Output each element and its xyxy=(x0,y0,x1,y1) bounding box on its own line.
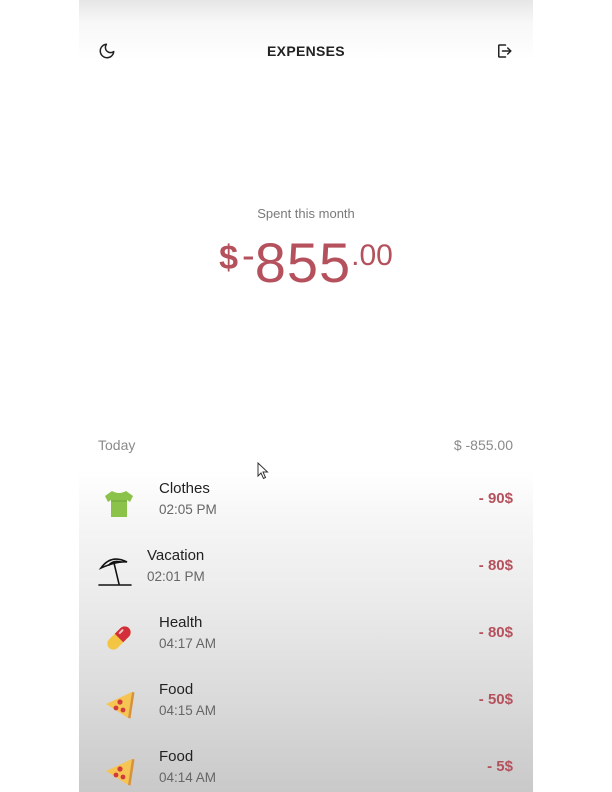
expense-amount: - 50$ xyxy=(478,691,513,708)
tshirt-icon xyxy=(99,484,139,524)
expense-time: 04:14 AM xyxy=(159,770,217,785)
total-sign: - xyxy=(242,235,255,277)
expense-time: 04:15 AM xyxy=(159,703,217,718)
page-title: EXPENSES xyxy=(267,43,345,59)
pizza-icon xyxy=(99,752,139,792)
expense-item-health[interactable]: Health 04:17 AM - 80$ xyxy=(79,612,533,662)
day-label: Today xyxy=(98,437,136,453)
monthly-total: $ -855.00 xyxy=(79,235,533,291)
app-window: EXPENSES Spent this month $ -855.00 Today… xyxy=(79,0,533,792)
expense-amount: - 5$ xyxy=(487,758,513,775)
expense-amount: - 90$ xyxy=(478,490,513,507)
mouse-cursor-icon xyxy=(257,461,269,485)
expense-item-food[interactable]: Food 04:15 AM - 50$ xyxy=(79,679,533,729)
total-decimal: .00 xyxy=(351,239,393,272)
expense-item-clothes[interactable]: Clothes 02:05 PM - 90$ xyxy=(79,478,533,528)
expense-name: Health xyxy=(159,614,203,631)
expense-name: Food xyxy=(159,748,194,765)
screen: EXPENSES Spent this month $ -855.00 Today… xyxy=(0,0,612,792)
app-header: EXPENSES xyxy=(79,36,533,66)
expense-time: 02:05 PM xyxy=(159,502,217,517)
expense-time: 04:17 AM xyxy=(159,636,217,651)
expense-amount: - 80$ xyxy=(478,557,513,574)
expense-name: Clothes xyxy=(159,480,210,497)
expense-name: Food xyxy=(159,681,194,698)
day-group-header: Today $ -855.00 xyxy=(98,437,513,455)
expense-item-vacation[interactable]: Vacation 02:01 PM - 80$ xyxy=(79,545,533,595)
spent-label: Spent this month xyxy=(257,206,355,221)
day-total: $ -855.00 xyxy=(453,437,513,453)
currency-symbol: $ xyxy=(219,239,239,277)
expense-item-food[interactable]: Food 04:14 AM - 5$ xyxy=(79,746,533,792)
pill-icon xyxy=(99,618,139,658)
expense-time: 02:01 PM xyxy=(147,569,205,584)
expense-amount: - 80$ xyxy=(478,624,513,641)
expense-name: Vacation xyxy=(147,547,205,564)
total-integer: 855 xyxy=(254,231,352,294)
beach-umbrella-icon xyxy=(95,551,135,591)
logout-icon[interactable] xyxy=(493,40,515,62)
pizza-icon xyxy=(99,685,139,725)
